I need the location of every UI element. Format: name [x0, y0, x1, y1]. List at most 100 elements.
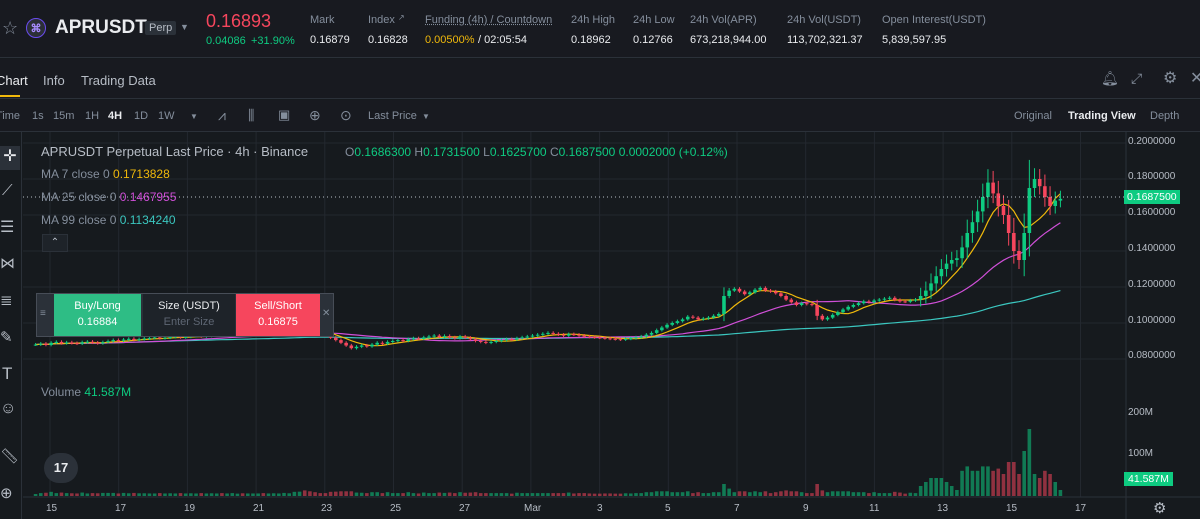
candle-type-icon[interactable]: ⫼	[248, 107, 254, 124]
candle-body	[90, 341, 95, 343]
volume-bar	[566, 492, 571, 496]
fib-icon[interactable]: ≣	[0, 291, 13, 309]
camera-icon[interactable]: ▣	[278, 107, 290, 123]
interval-dropdown-icon[interactable]: ▼	[190, 112, 198, 121]
volume-bar	[892, 491, 897, 496]
volume-bar	[59, 492, 64, 496]
tab-info[interactable]: Info	[43, 73, 65, 88]
candle-body	[504, 339, 509, 341]
x-tick: 9	[803, 503, 809, 514]
target-icon[interactable]: ⊙	[340, 107, 352, 124]
add-icon[interactable]: ⊕	[309, 107, 321, 124]
trendline-icon[interactable]: ⟋	[2, 182, 13, 199]
volume-bar	[385, 492, 390, 496]
zoom-icon[interactable]: ⊕	[0, 484, 13, 502]
stat-index-label[interactable]: Index	[368, 14, 395, 26]
size-field[interactable]: Size (USDT) Enter Size	[143, 294, 235, 336]
volume-bar	[380, 493, 385, 496]
candle-body	[44, 343, 48, 345]
x-tick: 3	[597, 503, 603, 514]
candle-body	[986, 182, 990, 197]
sell-short-button[interactable]: Sell/Short 0.16875	[236, 294, 320, 336]
volume-bar	[748, 492, 752, 496]
price-change-pct: +31.90%	[251, 35, 295, 47]
crosshair-icon[interactable]: ✛	[0, 146, 20, 170]
symbol-dropdown-icon[interactable]: ▼	[180, 22, 189, 32]
collapse-legend-button[interactable]: ⌃	[42, 234, 68, 252]
candle-body	[794, 302, 799, 305]
horizontal-lines-icon[interactable]: ☰	[0, 217, 14, 237]
volume-bar	[856, 492, 861, 496]
candle-body	[163, 337, 167, 339]
view-depth[interactable]: Depth	[1150, 110, 1179, 122]
volume-bar	[1032, 474, 1037, 496]
close-icon[interactable]: ✕	[1190, 68, 1200, 88]
external-link-icon[interactable]: ↗	[398, 13, 405, 22]
close-widget-icon[interactable]: ✕	[322, 308, 330, 319]
interval-1w[interactable]: 1W	[158, 110, 175, 122]
candle-body	[908, 300, 913, 302]
x-tick: 25	[390, 503, 402, 514]
volume-bar	[903, 493, 907, 496]
tab-trading-data[interactable]: Trading Data	[81, 73, 156, 88]
size-input[interactable]: Enter Size	[143, 316, 235, 328]
volume-bar	[1058, 490, 1063, 496]
brush-icon[interactable]: ✎	[0, 328, 13, 346]
volume-bar	[95, 493, 100, 496]
candle-body	[861, 301, 866, 304]
candle-body	[442, 335, 447, 338]
pattern-icon[interactable]: ⋈	[0, 254, 15, 272]
view-trading-view[interactable]: Trading View	[1068, 110, 1136, 122]
volume-bar	[1048, 474, 1052, 496]
volume-bar	[328, 491, 333, 496]
interval-1d[interactable]: 1D	[134, 110, 148, 122]
volume-bar	[468, 492, 473, 496]
interval-1s[interactable]: 1s	[32, 110, 44, 122]
alert-bell-icon[interactable]: 🔔︎	[1101, 70, 1119, 87]
x-tick: 13	[937, 503, 949, 514]
volume-bar	[696, 492, 700, 496]
volume-bar	[649, 492, 654, 496]
drag-handle-icon[interactable]: ≡	[40, 308, 46, 319]
candle-body	[629, 338, 633, 340]
candle-body	[111, 340, 116, 342]
candle-body	[396, 340, 400, 342]
buy-long-button[interactable]: Buy/Long 0.16884	[54, 294, 141, 336]
indicators-icon[interactable]: ⩘	[218, 107, 226, 124]
text-icon[interactable]: T	[2, 364, 12, 384]
volume-bar	[494, 493, 499, 496]
candle-body	[975, 211, 980, 223]
expand-icon[interactable]: ⤢	[1131, 70, 1142, 87]
x-tick: 23	[321, 503, 333, 514]
ruler-icon[interactable]: 📏︎	[0, 447, 19, 465]
candle-body	[354, 346, 359, 349]
tradingview-logo[interactable]: 17	[44, 453, 78, 483]
interval-4h[interactable]: 4H	[108, 110, 122, 122]
volume-bar	[225, 493, 229, 496]
ma7-value: 0.1713828	[113, 167, 170, 181]
volume-bar	[416, 493, 421, 496]
favorite-star-icon[interactable]: ☆	[2, 18, 18, 39]
price-source-select[interactable]: Last Price	[368, 110, 417, 122]
view-original[interactable]: Original	[1014, 110, 1052, 122]
volume-bar	[639, 493, 643, 496]
interval-1h[interactable]: 1H	[85, 110, 99, 122]
volume-bar	[789, 491, 794, 496]
volume-bar	[608, 493, 612, 496]
candle-body	[142, 338, 147, 340]
emoji-icon[interactable]: ☺	[0, 400, 16, 418]
candle-body	[411, 338, 416, 340]
candle-body	[168, 337, 172, 339]
interval-15m[interactable]: 15m	[53, 110, 74, 122]
stat-funding-label: Funding (4h) / Countdown	[425, 14, 553, 26]
settings-icon[interactable]: ⚙	[1163, 68, 1177, 88]
volume-bar	[805, 493, 809, 496]
volume-bar	[246, 493, 250, 496]
price-source-dropdown-icon[interactable]: ▼	[422, 112, 430, 121]
tab-chart[interactable]: Chart	[0, 73, 28, 88]
chart-settings-icon[interactable]: ⚙	[1153, 499, 1166, 517]
volume-bar	[986, 466, 990, 496]
stat-24h-vol-base-value: 673,218,944.00	[690, 34, 767, 46]
symbol-name[interactable]: APRUSDT	[55, 17, 147, 39]
volume-bar	[365, 493, 369, 496]
